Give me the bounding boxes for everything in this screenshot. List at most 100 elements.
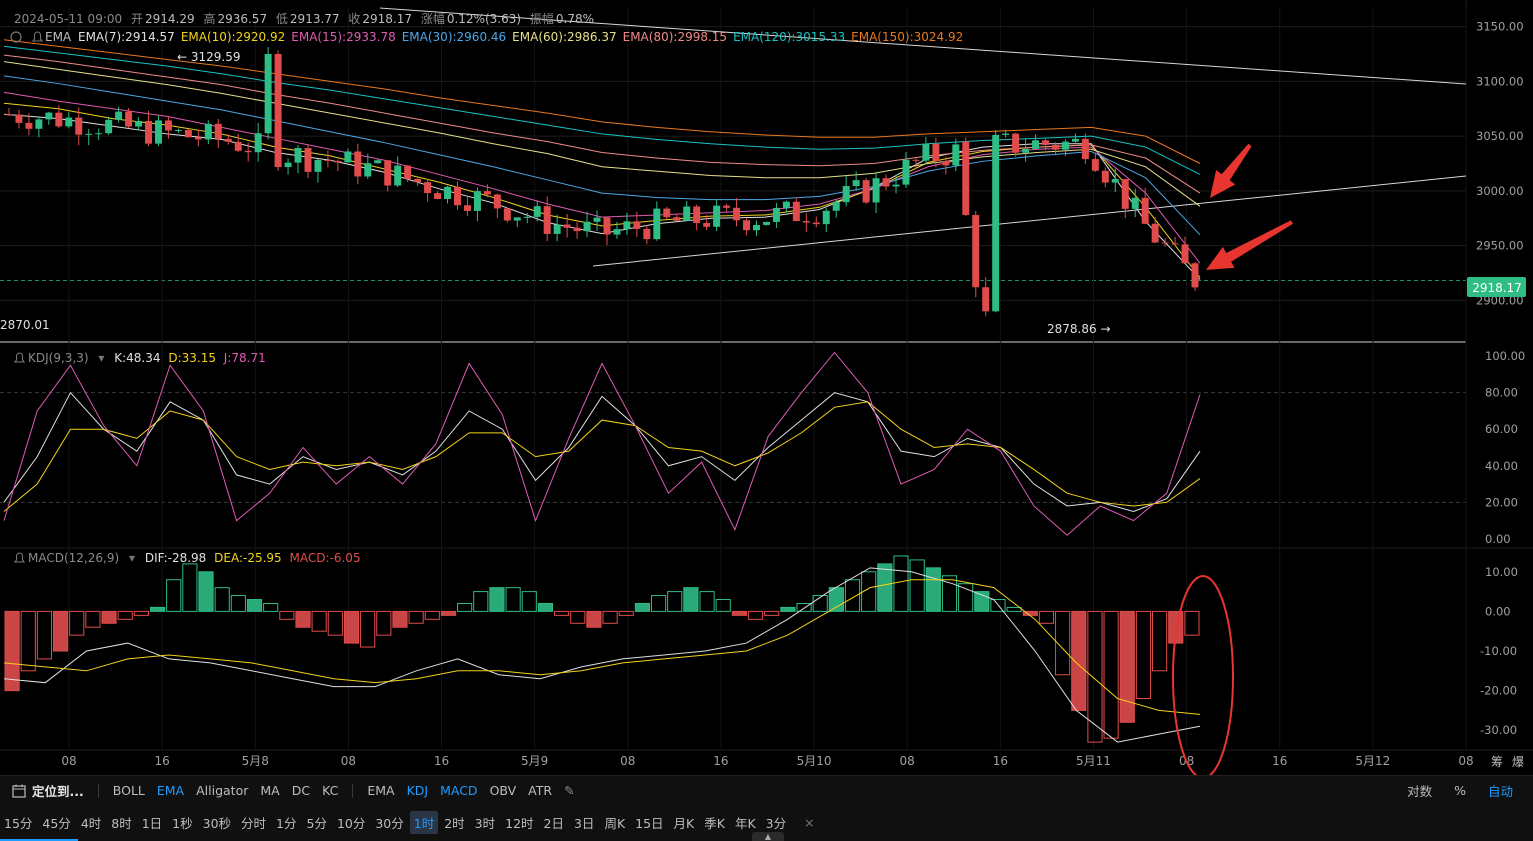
- candle-body: [1042, 140, 1050, 145]
- kdj-k: K:48.34: [114, 351, 160, 365]
- main-indicator-ema[interactable]: EMA: [157, 783, 184, 798]
- timeframe-20[interactable]: 月K: [670, 811, 699, 834]
- sub-indicator-atr[interactable]: ATR: [528, 783, 552, 798]
- main-indicator-boll[interactable]: BOLL: [113, 783, 145, 798]
- timeframe-4[interactable]: 1日: [138, 811, 166, 834]
- close-icon[interactable]: ×: [800, 813, 818, 832]
- candle-body: [264, 53, 272, 134]
- candle-body: [85, 133, 93, 135]
- candle-body: [145, 120, 153, 144]
- sub-indicator-macd[interactable]: MACD: [440, 783, 477, 798]
- candle-body: [374, 160, 382, 164]
- main-indicator-dc[interactable]: DC: [292, 783, 310, 798]
- macd-bar: [149, 606, 166, 612]
- indicator-settings-icon[interactable]: ✎: [564, 783, 574, 798]
- candle-body: [344, 151, 352, 163]
- candle-body: [782, 201, 790, 208]
- collapse-handle[interactable]: ▲: [752, 832, 784, 841]
- timeframe-22[interactable]: 年K: [731, 811, 760, 834]
- main-indicator-ma[interactable]: MA: [260, 783, 279, 798]
- axis-option-0[interactable]: 对数: [1407, 781, 1432, 800]
- candle-body: [832, 202, 840, 211]
- main-indicator-alligator[interactable]: Alligator: [196, 783, 248, 798]
- candle-body: [902, 159, 910, 185]
- candle-body: [314, 159, 322, 172]
- candle-body: [354, 151, 362, 177]
- candle-body: [35, 119, 43, 129]
- timeframe-19[interactable]: 15日: [631, 811, 667, 834]
- timeframe-10[interactable]: 10分: [333, 811, 369, 834]
- time-tick-label: 5月8: [242, 754, 269, 768]
- kdj-tick-label: 40.00: [1485, 459, 1518, 473]
- candle-body: [234, 141, 242, 151]
- candle-body: [1101, 170, 1109, 183]
- timeframe-14[interactable]: 3时: [471, 811, 499, 834]
- axis-option-1[interactable]: %: [1454, 783, 1466, 798]
- main-indicator-kc[interactable]: KC: [322, 783, 338, 798]
- timeframe-9[interactable]: 5分: [303, 811, 331, 834]
- candle-body: [304, 148, 312, 172]
- time-tick-label: 16: [154, 754, 169, 768]
- candle-body: [713, 205, 721, 227]
- timeframe-15[interactable]: 12时: [501, 811, 537, 834]
- timeframe-3[interactable]: 8时: [107, 811, 135, 834]
- macd-bar: [246, 599, 263, 612]
- candle-body: [1022, 148, 1030, 153]
- ohlc-header: 2024-05-11 09:00 开 2914.29 高 2936.57 低 2913…: [14, 11, 594, 26]
- macd-legend: MACD(12,26,9) ▾ DIF:-28.98 DEA:-25.95 MA…: [13, 551, 361, 565]
- candle-body: [204, 123, 212, 140]
- candle-body: [703, 222, 711, 227]
- timeframe-7[interactable]: 分时: [237, 811, 270, 834]
- timeframe-21[interactable]: 季K: [700, 811, 729, 834]
- time-tick-label: 5月11: [1076, 754, 1111, 768]
- candle-body: [663, 208, 671, 218]
- candle-body: [922, 143, 930, 161]
- chip-distribution-label[interactable]: 筹: [1491, 755, 1503, 769]
- timeframe-1[interactable]: 45分: [38, 811, 74, 834]
- candle-body: [294, 148, 302, 163]
- timeframe-16[interactable]: 2日: [540, 811, 568, 834]
- timeframe-2[interactable]: 4时: [77, 811, 105, 834]
- candle-body: [55, 112, 63, 127]
- candle-body: [613, 229, 621, 235]
- axis-option-2[interactable]: 自动: [1488, 781, 1513, 800]
- sub-indicator-kdj[interactable]: KDJ: [407, 783, 429, 798]
- kdj-legend: KDJ(9,3,3) ▾ K:48.34 D:33.15 J:78.71: [13, 351, 266, 365]
- chart-canvas[interactable]: 3150.003100.003050.003000.002950.002900.…: [0, 0, 1533, 775]
- timeframe-13[interactable]: 2时: [440, 811, 468, 834]
- timeframe-8[interactable]: 1分: [272, 811, 300, 834]
- macd-bar: [537, 602, 554, 612]
- timeframe-17[interactable]: 3日: [570, 811, 598, 834]
- timeframe-11[interactable]: 30分: [371, 811, 407, 834]
- timeframe-23[interactable]: 3分: [762, 811, 790, 834]
- candle-body: [154, 120, 162, 144]
- timeframe-5[interactable]: 1秒: [168, 811, 196, 834]
- macd-bar: [440, 610, 457, 616]
- locate-button[interactable]: 定位到...: [12, 781, 84, 800]
- timeframe-0[interactable]: 15分: [0, 811, 36, 834]
- candle-body: [752, 224, 760, 231]
- time-tick-label: 16: [434, 754, 449, 768]
- candle-body: [653, 208, 661, 240]
- liquidation-label[interactable]: 爆: [1512, 755, 1524, 769]
- candle-body: [733, 207, 741, 221]
- timeframe-18[interactable]: 周K: [600, 811, 629, 834]
- macd-bar: [634, 602, 650, 612]
- candle-body: [972, 214, 980, 288]
- time-tick-label: 08: [1458, 754, 1473, 768]
- macd-bar: [1119, 610, 1135, 723]
- candle-body: [224, 138, 232, 142]
- candle-body: [573, 227, 581, 232]
- candle-body: [194, 137, 202, 140]
- time-tick-label: 16: [1272, 754, 1287, 768]
- candle-body: [852, 180, 860, 187]
- timeframe-12[interactable]: 1时: [409, 811, 439, 834]
- candle-body: [274, 53, 282, 168]
- timeframe-6[interactable]: 30秒: [199, 811, 235, 834]
- sub-indicator-ema[interactable]: EMA: [367, 783, 394, 798]
- left-price-label: 2870.01: [0, 318, 50, 332]
- sub-indicator-obv[interactable]: OBV: [490, 783, 517, 798]
- macd-value: MACD:-6.05: [290, 551, 361, 565]
- price-tick-label: 3050.00: [1476, 129, 1524, 143]
- candle-body: [543, 206, 551, 234]
